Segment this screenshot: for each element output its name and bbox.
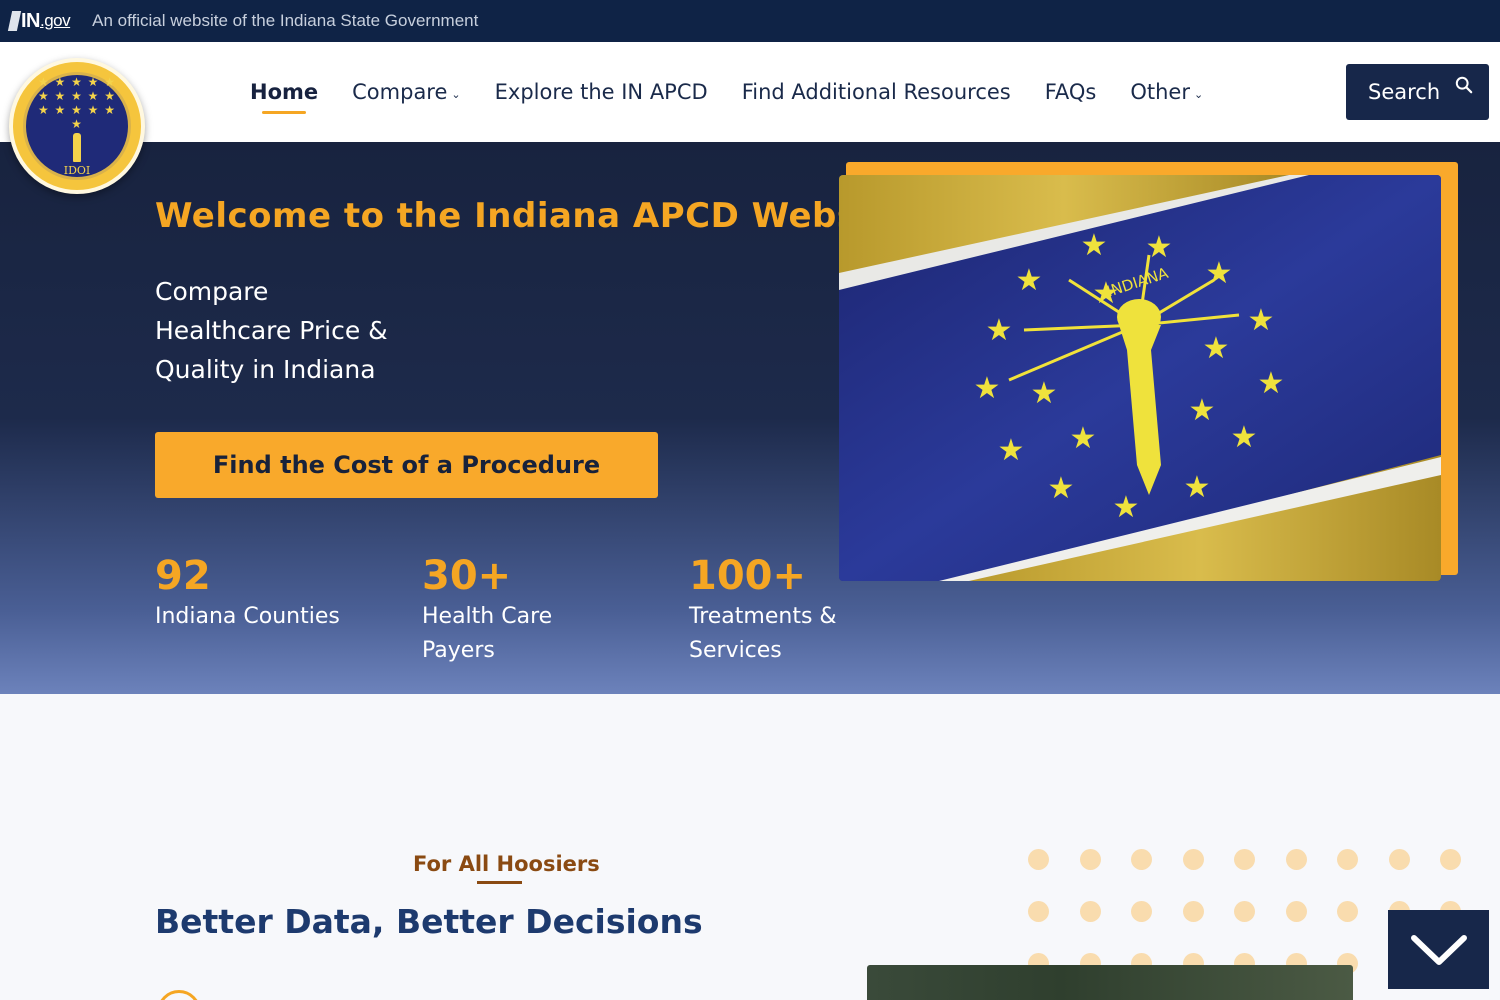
in-gov-logo-suffix: .gov [40, 11, 71, 30]
main-nav: Home Compare ⌄ Explore the IN APCD Find … [250, 42, 1237, 142]
decorative-dot [1182, 849, 1204, 870]
nav-compare-label: Compare [352, 80, 448, 104]
stat-treatments: 100+ Treatments & Services [689, 552, 837, 668]
nav-resources[interactable]: Find Additional Resources [742, 80, 1011, 104]
hero-subtitle-line: Compare [155, 277, 269, 306]
svg-text:★: ★ [1031, 376, 1058, 411]
search-icon [1455, 76, 1473, 94]
svg-text:★: ★ [1206, 256, 1233, 291]
stat-label: Payers [422, 638, 495, 663]
chevron-down-icon [1410, 934, 1467, 965]
decorative-dot [1234, 901, 1255, 922]
svg-text:★: ★ [1070, 421, 1097, 456]
hero-subtitle-line: Healthcare Price & [155, 316, 388, 345]
in-gov-logo-text: IN [21, 9, 41, 32]
in-gov-logo-mark [7, 11, 22, 31]
svg-text:★: ★ [1134, 428, 1161, 463]
hero-subtitle: Compare Healthcare Price & Quality in In… [155, 272, 388, 389]
find-cost-button[interactable]: Find the Cost of a Procedure [155, 432, 658, 498]
decorative-dot [1337, 849, 1358, 870]
search-button-label: Search [1368, 80, 1441, 104]
svg-text:★: ★ [1081, 228, 1108, 263]
chevron-down-icon: ⌄ [1194, 87, 1204, 101]
svg-text:★: ★ [1231, 420, 1258, 455]
decorative-dot [1028, 901, 1049, 922]
svg-text:★: ★ [1016, 263, 1043, 298]
stat-value: 92 [155, 553, 211, 599]
svg-text:★: ★ [1203, 331, 1230, 366]
svg-text:★: ★ [1184, 470, 1211, 505]
decorative-dot [1028, 849, 1049, 870]
decorative-dot [1234, 849, 1255, 870]
indiana-flag-svg: ★ ★★ ★★★ ★★★ ★ ★★ ★ ★ ★ ★★★ ★ INDIANA [839, 175, 1441, 581]
svg-text:★: ★ [1048, 471, 1075, 506]
in-gov-logo[interactable]: IN .gov [7, 9, 71, 33]
stat-value: 100+ [689, 553, 807, 599]
svg-text:★: ★ [1248, 303, 1275, 338]
seal-stars: ★ ★ ★ ★ ★ ★ ★ ★ ★ ★ ★ ★ ★ ★ ★ ★ [37, 75, 117, 131]
svg-text:★: ★ [998, 433, 1025, 468]
torch-icon [73, 133, 81, 162]
nav-resources-label: Find Additional Resources [741, 80, 1011, 104]
site-header: ★ ★ ★ ★ ★ ★ ★ ★ ★ ★ ★ ★ ★ ★ ★ ★ IDOI Hom… [0, 42, 1500, 194]
seal-inner: ★ ★ ★ ★ ★ ★ ★ ★ ★ ★ ★ ★ ★ ★ ★ ★ IDOI [23, 72, 131, 180]
section-eyebrow: For All Hoosiers [413, 852, 600, 876]
decorative-dot [1079, 901, 1101, 922]
stat-payers: 30+ Health Care Payers [422, 552, 552, 668]
indiana-flag-image: ★ ★ ★ ★ ★ ★ ★ ★ ★ ★ ★ ★ ★ ★ ★ ★ ★ ★ ★ INDIANA [839, 175, 1441, 581]
nav-explore-label: Explore the IN APCD [494, 80, 708, 104]
decorative-dot [1131, 849, 1152, 870]
stat-label: Services [689, 638, 782, 663]
idoi-seal-logo[interactable]: ★ ★ ★ ★ ★ ★ ★ ★ ★ ★ ★ ★ ★ ★ ★ ★ IDOI [9, 58, 145, 194]
hero-subtitle-line: Quality in Indiana [155, 355, 376, 384]
gov-banner-text: An official website of the Indiana State… [92, 11, 479, 30]
decorative-dot [1337, 901, 1358, 922]
hero-title: Welcome to the Indiana APCD Website [155, 196, 911, 236]
nav-home[interactable]: Home [250, 80, 319, 114]
svg-text:★: ★ [974, 371, 1001, 406]
chevron-down-icon: ⌄ [451, 87, 461, 101]
hero-section: Welcome to the Indiana APCD Website Comp… [0, 142, 1500, 694]
decorative-dot [1440, 849, 1461, 870]
gov-banner: IN .gov An official website of the India… [0, 0, 1500, 42]
nav-other[interactable]: Other ⌄ [1130, 80, 1203, 104]
decorative-dot [1285, 901, 1307, 922]
stat-label: Health Care [422, 604, 553, 629]
nav-faqs-label: FAQs [1044, 80, 1097, 104]
stat-label: Indiana Counties [155, 604, 340, 629]
stat-label: Treatments & [689, 604, 837, 629]
nav-explore[interactable]: Explore the IN APCD [495, 80, 708, 104]
scroll-down-button[interactable] [1388, 910, 1489, 989]
svg-text:★: ★ [986, 313, 1013, 348]
section-photo [867, 965, 1353, 1000]
nav-faqs[interactable]: FAQs [1045, 80, 1097, 104]
stat-counties: 92 Indiana Counties [155, 552, 340, 634]
eyebrow-underline [477, 881, 522, 884]
svg-text:★: ★ [1258, 366, 1285, 401]
decorative-dot [1388, 849, 1410, 870]
seal-text: IDOI [63, 164, 91, 177]
search-button[interactable]: Search [1346, 64, 1489, 120]
stat-value: 30+ [422, 553, 512, 599]
decorative-dot [1182, 901, 1204, 922]
decorative-dot [1079, 849, 1101, 870]
nav-other-label: Other [1130, 80, 1190, 104]
nav-compare[interactable]: Compare ⌄ [352, 80, 460, 104]
svg-text:★: ★ [1146, 230, 1173, 265]
section-title: Better Data, Better Decisions [155, 902, 703, 941]
nav-home-label: Home [250, 80, 319, 104]
decorative-dot [1131, 901, 1152, 922]
svg-text:★: ★ [1189, 393, 1216, 428]
circle-icon [157, 990, 201, 1000]
svg-text:★: ★ [1113, 490, 1140, 525]
decorative-dot [1285, 849, 1307, 870]
